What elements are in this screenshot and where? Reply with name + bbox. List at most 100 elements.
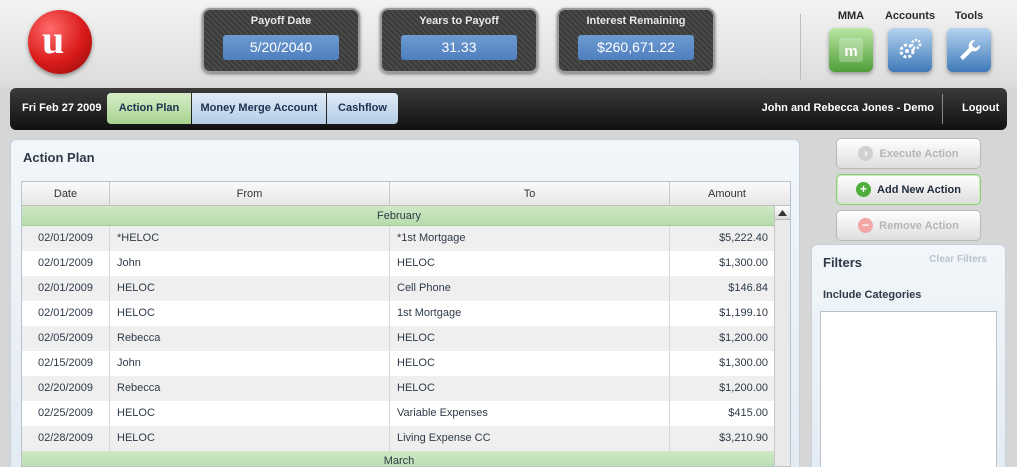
svg-text:m: m — [844, 43, 857, 60]
table-row[interactable]: 02/15/2009 John HELOC $1,300.00 — [22, 351, 776, 376]
cell-amount: $1,200.00 — [670, 326, 776, 351]
minus-icon: − — [858, 218, 874, 233]
cell-from: Rebecca — [110, 326, 390, 351]
column-header-to[interactable]: To — [390, 182, 670, 205]
cell-to: Cell Phone — [390, 276, 670, 301]
table-row[interactable]: 02/01/2009 John HELOC $1,300.00 — [22, 251, 776, 276]
categories-list[interactable] — [820, 311, 997, 467]
execute-action-button[interactable]: › Execute Action — [836, 138, 981, 169]
cell-to: 1st Mortgage — [390, 301, 670, 326]
table-row[interactable]: 02/28/2009 HELOC Living Expense CC $3,210.9… — [22, 426, 776, 451]
user-name: John and Rebecca Jones - Demo — [761, 102, 934, 114]
tab-cashflow[interactable]: Cashflow — [327, 93, 398, 124]
panel-title: Action Plan — [23, 150, 95, 165]
cell-amount: $415.00 — [670, 401, 776, 426]
execute-icon: › — [858, 146, 874, 161]
cell-from: *HELOC — [110, 226, 390, 251]
cell-from: Rebecca — [110, 376, 390, 401]
filters-title: Filters — [823, 255, 863, 270]
nav-divider — [942, 94, 943, 124]
tool-tools[interactable]: Tools — [941, 10, 997, 72]
cell-to: HELOC — [390, 351, 670, 376]
tab-money-merge-account[interactable]: Money Merge Account — [192, 93, 326, 124]
interest-remaining-label: Interest Remaining — [586, 15, 686, 27]
column-header-amount[interactable]: Amount — [670, 182, 784, 205]
payoff-date-panel: Payoff Date 5/20/2040 — [202, 8, 360, 73]
cell-from: HELOC — [110, 301, 390, 326]
cell-amount: $3,210.90 — [670, 426, 776, 451]
tab-action-plan[interactable]: Action Plan — [107, 93, 191, 124]
payoff-date-value: 5/20/2040 — [223, 35, 339, 60]
add-new-action-button[interactable]: + Add New Action — [836, 174, 981, 205]
tool-mma[interactable]: MMA m — [823, 10, 879, 72]
cell-to: Living Expense CC — [390, 426, 670, 451]
cell-date: 02/15/2009 — [22, 351, 110, 376]
table-row[interactable]: 02/01/2009 *HELOC *1st Mortgage $5,222.40 — [22, 226, 776, 251]
cell-to: HELOC — [390, 251, 670, 276]
table-row[interactable]: 02/05/2009 Rebecca HELOC $1,200.00 — [22, 326, 776, 351]
wrench-icon[interactable] — [947, 28, 991, 72]
group-rows: 02/01/2009 *HELOC *1st Mortgage $5,222.40 02… — [22, 226, 790, 451]
mma-icon[interactable]: m — [829, 28, 873, 72]
execute-action-label: Execute Action — [879, 147, 959, 160]
table-row[interactable]: 02/01/2009 HELOC 1st Mortgage $1,199.10 — [22, 301, 776, 326]
scroll-up-icon[interactable] — [775, 206, 790, 220]
add-new-action-label: Add New Action — [877, 183, 961, 196]
filters-panel: Filters Clear Filters Include Categories — [811, 244, 1006, 467]
cell-to: *1st Mortgage — [390, 226, 670, 251]
vertical-scrollbar[interactable] — [774, 206, 790, 466]
group-header: March — [22, 451, 776, 466]
cell-date: 02/20/2009 — [22, 376, 110, 401]
interest-remaining-panel: Interest Remaining $260,671.22 — [557, 8, 715, 73]
tool-accounts[interactable]: Accounts — [882, 10, 938, 72]
cell-to: Variable Expenses — [390, 401, 670, 426]
table-body: February 02/01/2009 *HELOC *1st Mortgage $5,… — [22, 206, 790, 466]
table-row[interactable]: 02/20/2009 Rebecca HELOC $1,200.00 — [22, 376, 776, 401]
tool-tools-label: Tools — [954, 10, 984, 22]
gears-icon[interactable] — [888, 28, 932, 72]
remove-action-button[interactable]: − Remove Action — [836, 210, 981, 241]
cell-amount: $1,199.10 — [670, 301, 776, 326]
cell-from: HELOC — [110, 276, 390, 301]
cell-date: 02/01/2009 — [22, 226, 110, 251]
remove-action-label: Remove Action — [879, 219, 959, 232]
column-header-from[interactable]: From — [110, 182, 390, 205]
cell-date: 02/25/2009 — [22, 401, 110, 426]
cell-amount: $1,300.00 — [670, 251, 776, 276]
logout-link[interactable]: Logout — [962, 88, 999, 128]
tool-mma-label: MMA — [837, 10, 865, 22]
tool-accounts-label: Accounts — [884, 10, 936, 22]
plus-icon: + — [856, 182, 872, 197]
logo-letter: u — [42, 17, 65, 62]
cell-date: 02/05/2009 — [22, 326, 110, 351]
cell-amount: $5,222.40 — [670, 226, 776, 251]
payoff-date-label: Payoff Date — [250, 15, 312, 27]
cell-amount: $1,200.00 — [670, 376, 776, 401]
action-plan-panel: Action Plan Date From To Amount February… — [10, 139, 800, 467]
years-to-payoff-label: Years to Payoff — [419, 15, 499, 27]
header-divider — [800, 14, 801, 80]
cell-from: HELOC — [110, 401, 390, 426]
include-categories-label: Include Categories — [823, 289, 922, 301]
cell-date: 02/28/2009 — [22, 426, 110, 451]
column-header-date[interactable]: Date — [22, 182, 110, 205]
table-row[interactable]: 02/01/2009 HELOC Cell Phone $146.84 — [22, 276, 776, 301]
main-nav-bar: Fri Feb 27 2009 Action Plan Money Merge … — [10, 88, 1007, 130]
cell-date: 02/01/2009 — [22, 251, 110, 276]
action-plan-table: Date From To Amount February 02/01/2009 *H… — [21, 181, 791, 467]
clear-filters-link[interactable]: Clear Filters — [929, 254, 987, 265]
cell-to: HELOC — [390, 376, 670, 401]
app-header: u Payoff Date 5/20/2040 Years to Payoff … — [0, 0, 1017, 88]
years-to-payoff-value: 31.33 — [401, 35, 517, 60]
table-row[interactable]: 02/25/2009 HELOC Variable Expenses $415.00 — [22, 401, 776, 426]
table-header: Date From To Amount — [22, 182, 790, 206]
app-logo[interactable]: u — [28, 10, 92, 74]
cell-amount: $146.84 — [670, 276, 776, 301]
cell-from: John — [110, 251, 390, 276]
cell-date: 02/01/2009 — [22, 276, 110, 301]
cell-to: HELOC — [390, 326, 670, 351]
interest-remaining-value: $260,671.22 — [578, 35, 694, 60]
group-header: February — [22, 206, 776, 226]
cell-amount: $1,300.00 — [670, 351, 776, 376]
table-rows: February 02/01/2009 *HELOC *1st Mortgage $5,… — [22, 206, 790, 466]
